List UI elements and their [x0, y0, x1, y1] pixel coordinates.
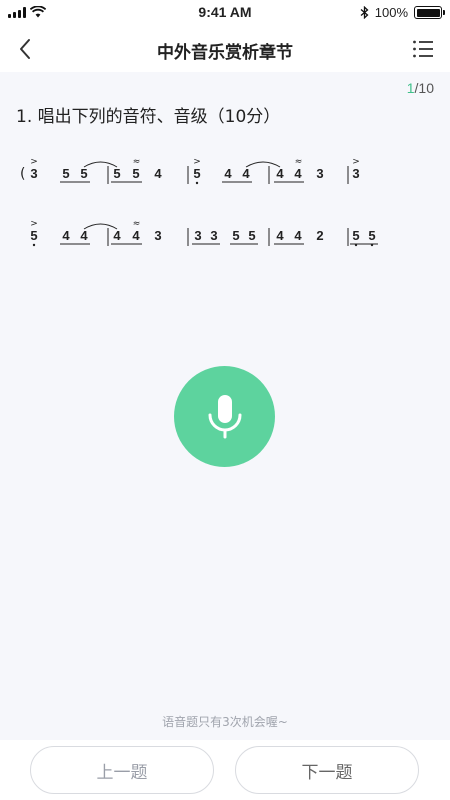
status-right: 100%	[360, 5, 445, 20]
score-note: 5	[113, 166, 120, 181]
status-bar: 9:41 AM 100%	[0, 0, 450, 26]
prev-question-button[interactable]: 上一题	[30, 746, 214, 794]
battery-icon	[414, 6, 445, 19]
attempts-hint: 语音题只有3次机会喔~	[162, 715, 288, 729]
progress-total: 10	[418, 80, 434, 96]
score-note: 4	[80, 228, 88, 243]
slur-mark	[83, 223, 118, 230]
score-note: 4	[294, 228, 302, 243]
score-note: 2	[316, 228, 323, 243]
accent-mark: >	[30, 219, 38, 229]
score-note: 4	[132, 228, 140, 243]
score-note: 4	[113, 228, 121, 243]
low-octave-dot	[195, 181, 199, 185]
score-note: 4	[154, 166, 162, 181]
score-line-1-svg: 3>5 5 5 5≈4 5>4 4 4 4≈3 3>(	[20, 157, 360, 185]
score-note: 4	[276, 228, 284, 243]
question-progress: 1/10	[407, 80, 434, 96]
score-note: 5	[30, 228, 37, 243]
slur-mark	[245, 161, 281, 168]
question-text: 1. 唱出下列的音符、音级（10分）	[16, 107, 281, 127]
score-note: 5	[248, 228, 255, 243]
accent-mark: >	[30, 157, 38, 167]
score-note: 4	[62, 228, 70, 243]
nav-bar: 中外音乐赏析章节	[0, 26, 450, 72]
score-line-2: 5 >4 4 4 4 ≈3 3 3 5 5 4 4 2 5 5	[22, 216, 442, 256]
score-note: 5	[80, 166, 87, 181]
score-note: 5	[193, 166, 200, 181]
score-note: 3	[210, 228, 217, 243]
score-note: 3	[154, 228, 161, 243]
slur-mark	[83, 161, 118, 168]
score-note: 3	[30, 166, 37, 181]
score-note: 4	[242, 166, 250, 181]
score-note: 3	[352, 166, 359, 181]
bottom-bar: 上一题 下一题	[0, 740, 450, 800]
accent-mark: >	[193, 157, 201, 167]
record-voice-button[interactable]	[174, 366, 275, 467]
score-note: 4	[294, 166, 302, 181]
score-line-2-svg: 5>4 4 4 4≈3 3 3 5 5 4 4 2 5 5	[30, 219, 378, 247]
battery-fill	[416, 8, 440, 17]
page-title: 中外音乐赏析章节	[157, 43, 293, 63]
score-note: 5	[368, 228, 375, 243]
ornament-mark: ≈	[295, 157, 302, 167]
ornament-mark: ≈	[133, 219, 140, 229]
quiz-content: 1/10 1. 唱出下列的音符、音级（10分） 3 >5 5 5 5 ≈4 5 >4 4 4 4 ≈3…	[0, 72, 450, 740]
list-menu-icon	[413, 40, 433, 58]
open-paren: (	[20, 166, 25, 182]
microphone-icon	[208, 394, 241, 438]
accent-mark: >	[352, 157, 360, 167]
score-note: 3	[194, 228, 201, 243]
menu-button[interactable]	[412, 38, 434, 60]
score-note: 4	[224, 166, 232, 181]
bluetooth-icon	[360, 6, 369, 19]
score-note: 5	[62, 166, 69, 181]
battery-percent: 100%	[374, 5, 408, 20]
score-note: 5	[232, 228, 239, 243]
score-note: 3	[316, 166, 323, 181]
score-note: 5	[352, 228, 359, 243]
score-line-1: 3 >5 5 5 5 ≈4 5 >4 4 4 4 ≈3 3 >(	[20, 154, 442, 194]
low-octave-dot	[32, 243, 36, 247]
ornament-mark: ≈	[133, 157, 140, 167]
progress-current: 1	[406, 80, 415, 96]
next-question-button[interactable]: 下一题	[235, 746, 419, 794]
score-note: 4	[276, 166, 284, 181]
score-note: 5	[132, 166, 139, 181]
